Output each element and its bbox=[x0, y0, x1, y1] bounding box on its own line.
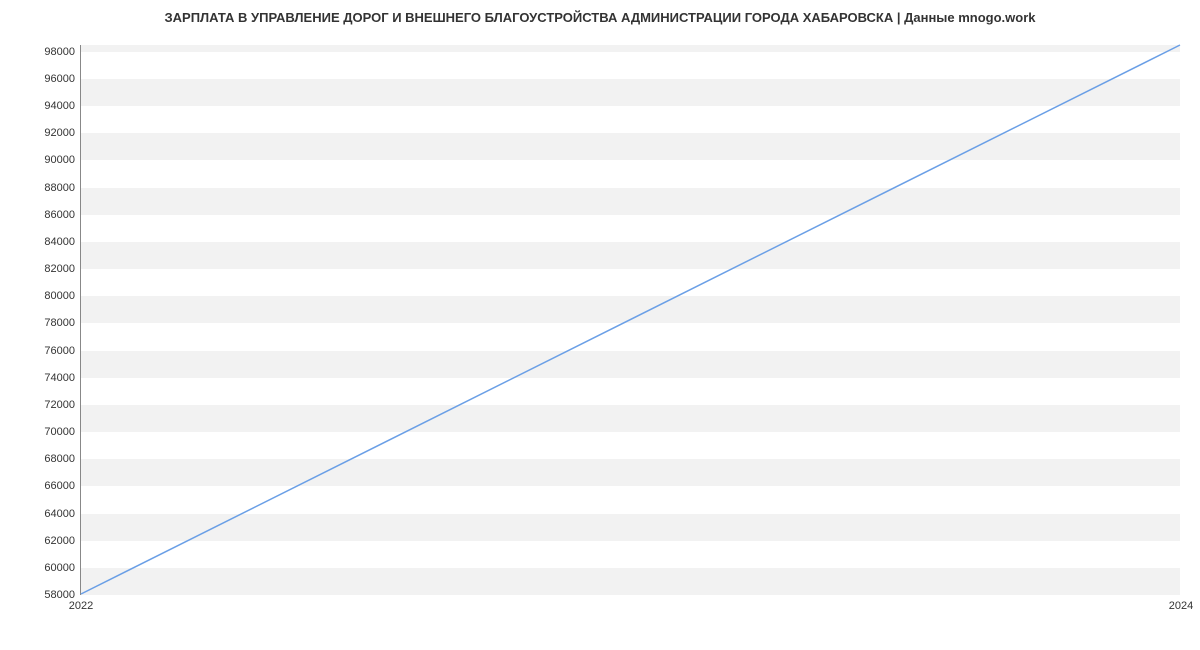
x-tick-label: 2024 bbox=[1169, 600, 1193, 612]
y-tick-label: 66000 bbox=[44, 480, 75, 492]
y-tick-label: 98000 bbox=[44, 46, 75, 58]
y-tick-label: 88000 bbox=[44, 182, 75, 194]
y-tick-label: 70000 bbox=[44, 426, 75, 438]
y-tick-label: 92000 bbox=[44, 127, 75, 139]
data-line bbox=[81, 45, 1180, 594]
line-series bbox=[81, 45, 1180, 594]
plot-area: 5800060000620006400066000680007000072000… bbox=[80, 45, 1180, 595]
y-tick-label: 78000 bbox=[44, 317, 75, 329]
y-tick-label: 64000 bbox=[44, 508, 75, 520]
y-tick-label: 86000 bbox=[44, 209, 75, 221]
y-tick-label: 94000 bbox=[44, 100, 75, 112]
y-tick-label: 82000 bbox=[44, 263, 75, 275]
y-tick-label: 68000 bbox=[44, 453, 75, 465]
chart-title: ЗАРПЛАТА В УПРАВЛЕНИЕ ДОРОГ И ВНЕШНЕГО Б… bbox=[0, 10, 1200, 25]
y-tick-label: 74000 bbox=[44, 372, 75, 384]
y-tick-label: 60000 bbox=[44, 562, 75, 574]
y-tick-label: 84000 bbox=[44, 236, 75, 248]
y-tick-label: 90000 bbox=[44, 154, 75, 166]
y-tick-label: 76000 bbox=[44, 345, 75, 357]
chart-container: ЗАРПЛАТА В УПРАВЛЕНИЕ ДОРОГ И ВНЕШНЕГО Б… bbox=[0, 0, 1200, 650]
y-tick-label: 72000 bbox=[44, 399, 75, 411]
x-tick-label: 2022 bbox=[69, 600, 93, 612]
y-tick-label: 62000 bbox=[44, 535, 75, 547]
y-tick-label: 96000 bbox=[44, 73, 75, 85]
y-tick-label: 80000 bbox=[44, 290, 75, 302]
